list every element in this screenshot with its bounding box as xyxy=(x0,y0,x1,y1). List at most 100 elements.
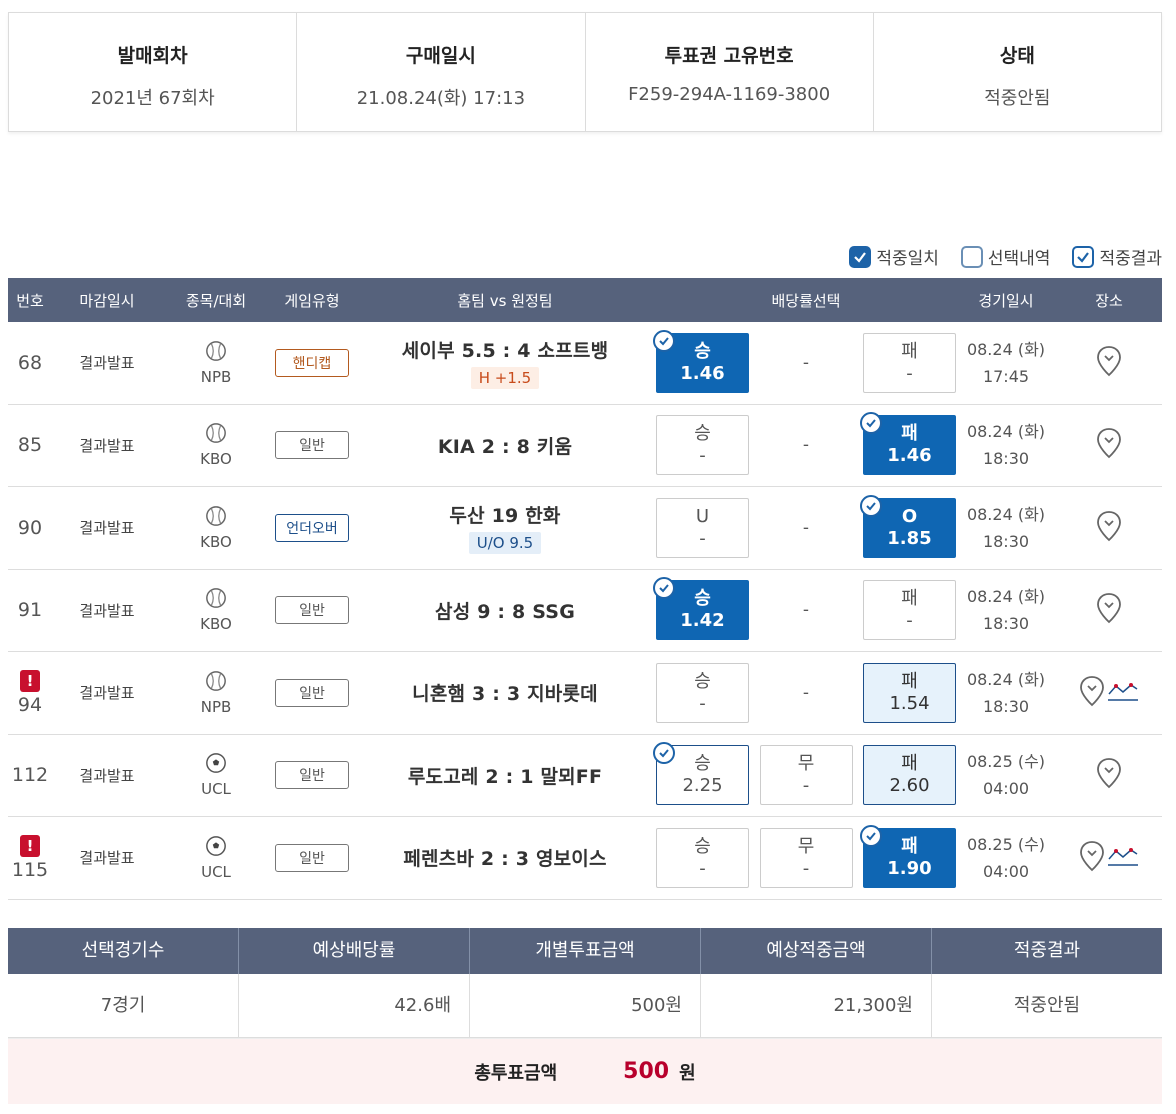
odds-away-button[interactable]: 패 1.54 xyxy=(863,662,956,723)
deadline: 결과발표 xyxy=(79,766,135,785)
legend-match-label: 적중일치 xyxy=(876,249,939,269)
odds-home-button[interactable]: 승- xyxy=(656,662,749,723)
exclamation-icon: ! xyxy=(20,834,40,857)
game-no: 91 xyxy=(17,599,43,622)
status-cell: 상태 적중안됨 xyxy=(874,13,1161,131)
legend-selected[interactable]: 선택내역 xyxy=(960,244,1051,269)
map-pin-icon[interactable] xyxy=(1079,675,1105,711)
baseball-icon xyxy=(205,422,227,448)
legend-selected-label: 선택내역 xyxy=(987,249,1051,269)
odds-home-button[interactable]: 승- xyxy=(656,827,749,888)
odds-away-button[interactable]: 패 1.90 xyxy=(860,824,956,888)
round-cell: 발매회차 2021년 67회차 xyxy=(9,13,298,131)
league: KBO xyxy=(200,615,232,634)
place-cell xyxy=(1056,487,1162,569)
map-pin-icon[interactable] xyxy=(1096,345,1122,381)
match-cell: 니혼햄 3 : 3 지바롯데 xyxy=(354,652,656,734)
game-date: 08.24 (화) xyxy=(966,587,1046,607)
date-cell: 08.25 (수) 04:00 xyxy=(956,817,1056,899)
odds-away-button[interactable]: 패- xyxy=(863,332,956,393)
league: NPB xyxy=(200,367,232,386)
map-pin-icon[interactable] xyxy=(1079,840,1105,876)
check-icon xyxy=(860,494,882,517)
games-count-header: 선택경기수 xyxy=(8,928,239,974)
trend-chart-icon[interactable] xyxy=(1107,845,1139,871)
total-unit: 원 xyxy=(679,1062,696,1084)
total-label: 총투표금액 xyxy=(474,1062,558,1084)
league: UCL xyxy=(201,780,231,799)
exclamation-icon: ! xyxy=(20,669,40,692)
soccer-icon xyxy=(205,835,227,861)
odds-value: - xyxy=(699,527,706,549)
odds-away-button[interactable]: O 1.85 xyxy=(860,494,956,558)
table-row: ! 94 결과발표 NPB 일반 니혼햄 3 : 3 지바롯데 승- - 패 1.… xyxy=(8,652,1162,735)
odds-cell: U- - O 1.85 xyxy=(656,487,956,569)
odds-home-button[interactable]: U- xyxy=(656,497,749,558)
place-cell xyxy=(1056,570,1162,652)
place-cell xyxy=(1056,652,1162,734)
odds-label: 패 xyxy=(901,588,918,610)
odds-value: 1.90 xyxy=(887,857,932,879)
baseball-icon xyxy=(205,587,227,613)
odds-home-button[interactable]: 승 1.46 xyxy=(653,329,749,393)
deadline: 결과발표 xyxy=(79,354,135,373)
game-type-badge: 일반 xyxy=(275,843,349,872)
round-value: 2021년 67회차 xyxy=(90,88,215,109)
date-cell: 08.24 (화) 18:30 xyxy=(956,570,1056,652)
ticket-id-value: F259-294A-1169-3800 xyxy=(628,84,831,105)
map-pin-icon[interactable] xyxy=(1096,592,1122,628)
odds-draw-button[interactable]: 무- xyxy=(759,827,853,888)
game-time: 04:00 xyxy=(982,779,1030,799)
total-stake: 총투표금액 500 원 xyxy=(8,1038,1162,1104)
total-amount: 500 xyxy=(623,1059,670,1084)
map-pin-icon[interactable] xyxy=(1096,757,1122,793)
odds-value: - xyxy=(699,445,706,467)
league: UCL xyxy=(201,862,231,881)
match-score: 페렌츠바 2 : 3 영보이스 xyxy=(403,848,607,871)
odds-draw-button[interactable]: 무- xyxy=(759,745,853,806)
odds-away-button[interactable]: 패 1.46 xyxy=(860,412,956,476)
odds-label: 패 xyxy=(901,340,918,362)
odds-draw-empty: - xyxy=(802,352,810,373)
ticket-id-cell: 투표권 고유번호 F259-294A-1169-3800 xyxy=(586,13,874,131)
game-no-cell: 85 xyxy=(8,405,52,487)
map-pin-icon[interactable] xyxy=(1096,427,1122,463)
trend-chart-icon[interactable] xyxy=(1107,680,1139,706)
game-time: 04:00 xyxy=(982,861,1030,881)
game-no-cell: ! 94 xyxy=(8,652,52,734)
sport-cell: UCL xyxy=(162,817,270,899)
game-type-cell: 일반 xyxy=(270,817,354,899)
deadline-cell: 결과발표 xyxy=(52,652,162,734)
deadline-cell: 결과발표 xyxy=(52,322,162,404)
odds-value: - xyxy=(906,610,913,632)
odds-home-button[interactable]: 승- xyxy=(656,415,749,476)
game-no-cell: ! 115 xyxy=(8,817,52,899)
date-cell: 08.24 (화) 17:45 xyxy=(956,322,1056,404)
legend-result[interactable]: 적중결과 xyxy=(1072,244,1162,269)
map-pin-icon[interactable] xyxy=(1096,510,1122,546)
header-gtype: 게임유형 xyxy=(284,291,340,310)
game-time: 18:30 xyxy=(982,449,1030,469)
handicap-tag: H +1.5 xyxy=(470,367,540,390)
odds-label: 패 xyxy=(901,670,918,692)
game-date: 08.24 (화) xyxy=(966,339,1046,359)
legend-match[interactable]: 적중일치 xyxy=(849,244,939,269)
sport-cell: KBO xyxy=(162,487,270,569)
odds-home-button[interactable]: 승 1.42 xyxy=(653,577,749,641)
purchase-label: 구매일시 xyxy=(405,45,476,67)
checkbox-outline-check-icon[interactable] xyxy=(1072,245,1095,268)
ticket-summary: 발매회차 2021년 67회차 구매일시 21.08.24(화) 17:13 투… xyxy=(8,12,1162,132)
place-cell xyxy=(1056,817,1162,899)
checkbox-checked-icon[interactable] xyxy=(849,245,872,268)
header-no: 번호 xyxy=(16,291,44,310)
odds-home-button[interactable]: 승 2.25 xyxy=(653,742,749,806)
game-date: 08.24 (화) xyxy=(966,669,1046,689)
soccer-icon xyxy=(205,752,227,778)
table-row: 90 결과발표 KBO 언더오버 두산 19 한화 U/O 9.5 U- - O… xyxy=(8,487,1162,570)
odds-away-button[interactable]: 패 2.60 xyxy=(863,745,956,806)
table-row: 112 결과발표 UCL 일반 루도고레 2 : 1 말뫼FF 승 2.25 무-… xyxy=(8,735,1162,817)
league: KBO xyxy=(200,532,232,551)
checkbox-empty-icon[interactable] xyxy=(960,245,983,268)
odds-label: 패 xyxy=(901,753,918,775)
odds-away-button[interactable]: 패- xyxy=(863,580,956,641)
